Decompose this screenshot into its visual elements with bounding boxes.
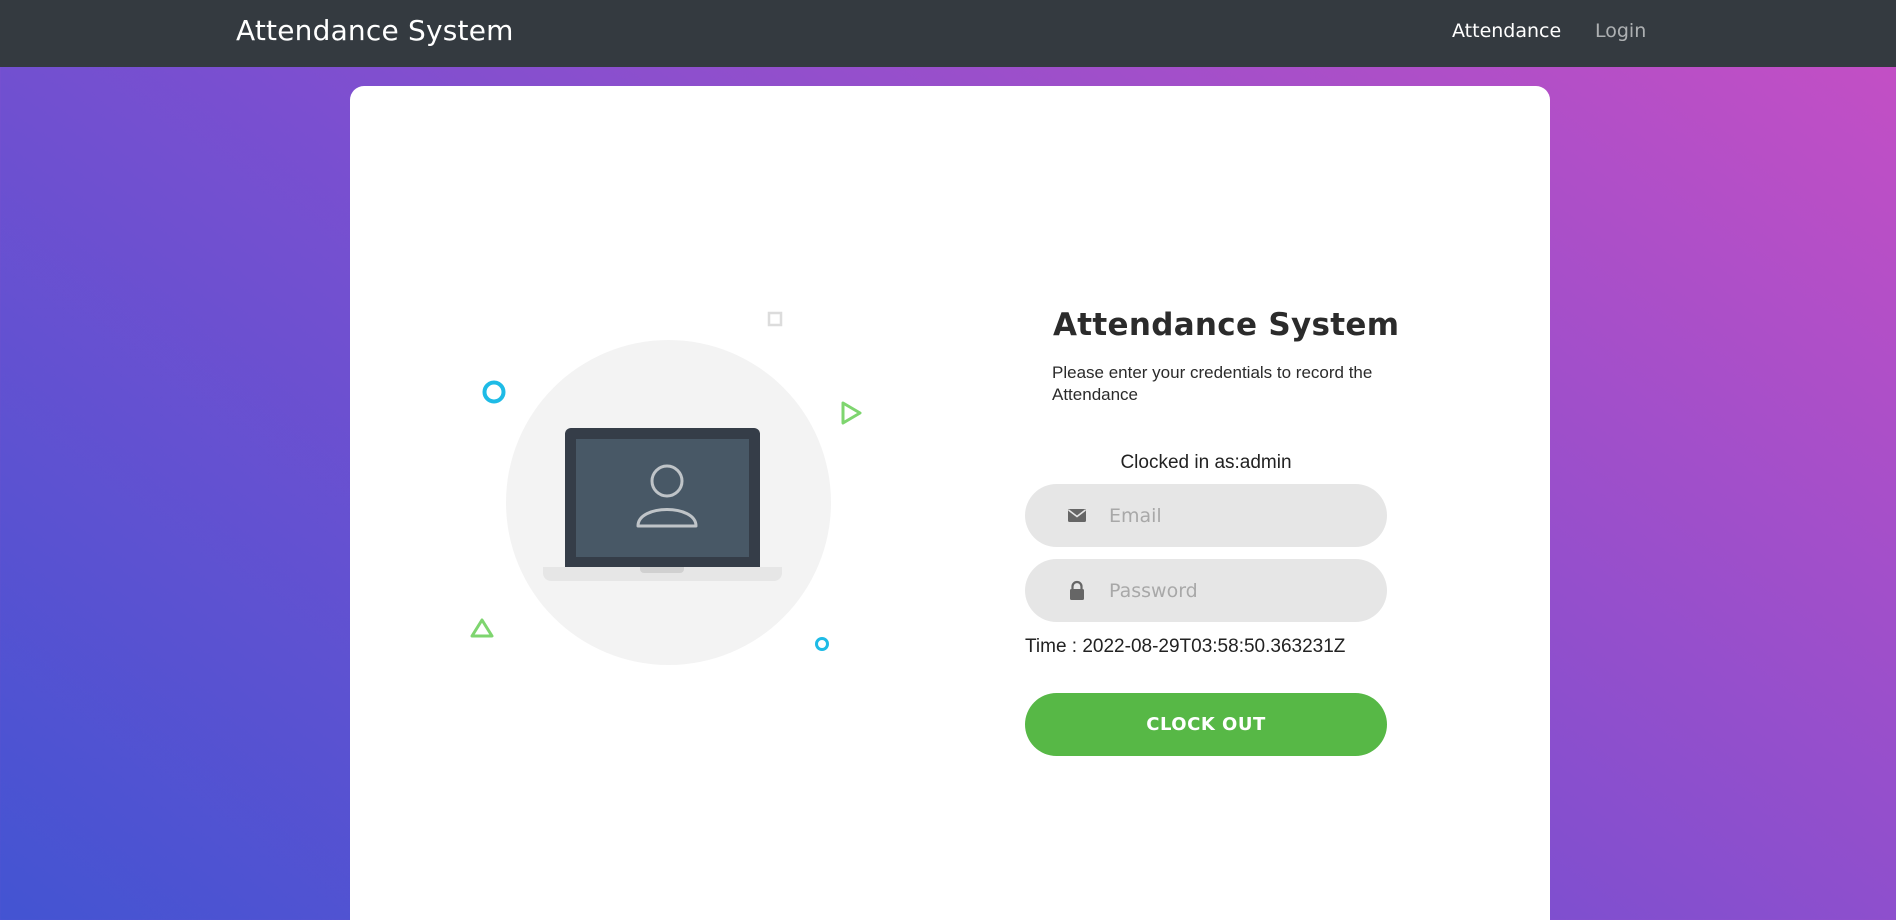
- timestamp-text: Time : 2022-08-29T03:58:50.363231Z: [1025, 636, 1346, 657]
- nav-link-login[interactable]: Login: [1595, 20, 1646, 42]
- user-icon: [636, 464, 698, 528]
- cyan-small-ring-icon: [815, 637, 829, 651]
- form-subtitle: Please enter your credentials to record …: [1052, 363, 1373, 404]
- green-triangle-up-icon: [470, 618, 494, 638]
- lock-icon: [1070, 580, 1084, 600]
- laptop-notch: [640, 567, 684, 573]
- laptop-illustration: [350, 86, 950, 786]
- form-title: Attendance System: [1053, 307, 1400, 343]
- login-card: Attendance System Please enter your cred…: [350, 86, 1550, 920]
- nav-link-attendance[interactable]: Attendance: [1452, 20, 1561, 42]
- password-input[interactable]: [1109, 559, 1369, 622]
- clocked-in-status: Clocked in as:admin: [1120, 452, 1292, 473]
- cyan-ring-icon: [482, 380, 506, 404]
- envelope-icon: [1068, 509, 1086, 522]
- laptop-icon: [565, 428, 760, 568]
- laptop-display: [576, 439, 749, 557]
- top-navbar: Attendance System Attendance Login: [0, 0, 1896, 67]
- green-triangle-right-icon: [841, 401, 862, 425]
- clock-out-button[interactable]: CLOCK OUT: [1025, 693, 1387, 756]
- square-outline-icon: [767, 311, 783, 327]
- navbar-brand[interactable]: Attendance System: [236, 14, 514, 47]
- password-field[interactable]: [1025, 559, 1387, 622]
- email-input[interactable]: [1109, 484, 1369, 547]
- email-field[interactable]: [1025, 484, 1387, 547]
